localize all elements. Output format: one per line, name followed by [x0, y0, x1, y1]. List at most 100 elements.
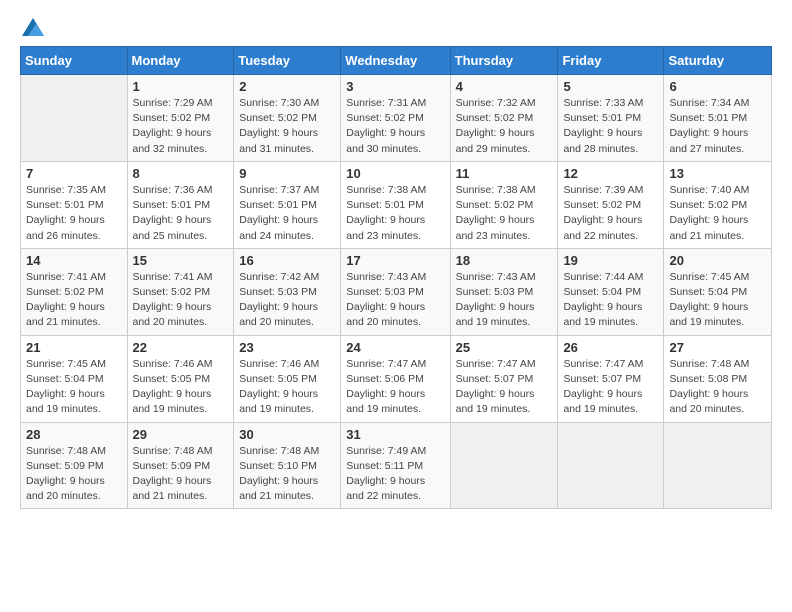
calendar-cell: 22 Sunrise: 7:46 AM Sunset: 5:05 PM Dayli… [127, 335, 234, 422]
calendar-week-2: 7 Sunrise: 7:35 AM Sunset: 5:01 PM Daylig… [21, 161, 772, 248]
logo [20, 18, 44, 36]
calendar-cell [558, 422, 664, 509]
calendar-cell: 15 Sunrise: 7:41 AM Sunset: 5:02 PM Dayli… [127, 248, 234, 335]
day-info: Sunrise: 7:31 AM Sunset: 5:02 PM Dayligh… [346, 96, 444, 157]
day-info: Sunrise: 7:48 AM Sunset: 5:08 PM Dayligh… [669, 357, 766, 418]
day-number: 21 [26, 340, 122, 355]
weekday-header-monday: Monday [127, 47, 234, 75]
weekday-header-friday: Friday [558, 47, 664, 75]
day-number: 15 [133, 253, 229, 268]
calendar-cell: 25 Sunrise: 7:47 AM Sunset: 5:07 PM Dayli… [450, 335, 558, 422]
day-number: 24 [346, 340, 444, 355]
day-number: 1 [133, 79, 229, 94]
day-info: Sunrise: 7:47 AM Sunset: 5:07 PM Dayligh… [563, 357, 658, 418]
day-number: 27 [669, 340, 766, 355]
calendar-cell: 18 Sunrise: 7:43 AM Sunset: 5:03 PM Dayli… [450, 248, 558, 335]
day-info: Sunrise: 7:33 AM Sunset: 5:01 PM Dayligh… [563, 96, 658, 157]
calendar-cell: 9Sunrise: 7:37 AM Sunset: 5:01 PM Daylig… [234, 161, 341, 248]
day-info: Sunrise: 7:43 AM Sunset: 5:03 PM Dayligh… [346, 270, 444, 331]
day-info: Sunrise: 7:41 AM Sunset: 5:02 PM Dayligh… [133, 270, 229, 331]
day-number: 19 [563, 253, 658, 268]
calendar-table: SundayMondayTuesdayWednesdayThursdayFrid… [20, 46, 772, 509]
day-number: 6 [669, 79, 766, 94]
calendar-cell: 5 Sunrise: 7:33 AM Sunset: 5:01 PM Daylig… [558, 75, 664, 162]
day-info: Sunrise: 7:30 AM Sunset: 5:02 PM Dayligh… [239, 96, 335, 157]
day-info: Sunrise: 7:37 AM Sunset: 5:01 PM Dayligh… [239, 183, 335, 244]
header [20, 18, 772, 36]
calendar-cell: 16 Sunrise: 7:42 AM Sunset: 5:03 PM Dayli… [234, 248, 341, 335]
day-info: Sunrise: 7:45 AM Sunset: 5:04 PM Dayligh… [669, 270, 766, 331]
day-number: 20 [669, 253, 766, 268]
page: SundayMondayTuesdayWednesdayThursdayFrid… [0, 0, 792, 612]
calendar-cell: 21 Sunrise: 7:45 AM Sunset: 5:04 PM Dayli… [21, 335, 128, 422]
calendar-cell: 31 Sunrise: 7:49 AM Sunset: 5:11 PM Dayli… [341, 422, 450, 509]
day-info: Sunrise: 7:48 AM Sunset: 5:09 PM Dayligh… [26, 444, 122, 505]
calendar-cell: 20 Sunrise: 7:45 AM Sunset: 5:04 PM Dayli… [664, 248, 772, 335]
day-number: 22 [133, 340, 229, 355]
day-info: Sunrise: 7:45 AM Sunset: 5:04 PM Dayligh… [26, 357, 122, 418]
calendar-cell: 4Sunrise: 7:32 AM Sunset: 5:02 PM Daylig… [450, 75, 558, 162]
day-info: Sunrise: 7:49 AM Sunset: 5:11 PM Dayligh… [346, 444, 444, 505]
day-number: 5 [563, 79, 658, 94]
calendar-cell [450, 422, 558, 509]
calendar-cell: 19 Sunrise: 7:44 AM Sunset: 5:04 PM Dayli… [558, 248, 664, 335]
day-info: Sunrise: 7:47 AM Sunset: 5:06 PM Dayligh… [346, 357, 444, 418]
day-number: 29 [133, 427, 229, 442]
weekday-header-thursday: Thursday [450, 47, 558, 75]
day-number: 18 [456, 253, 553, 268]
weekday-header-tuesday: Tuesday [234, 47, 341, 75]
calendar-cell: 13Sunrise: 7:40 AM Sunset: 5:02 PM Dayli… [664, 161, 772, 248]
day-info: Sunrise: 7:41 AM Sunset: 5:02 PM Dayligh… [26, 270, 122, 331]
day-number: 14 [26, 253, 122, 268]
calendar-cell: 30Sunrise: 7:48 AM Sunset: 5:10 PM Dayli… [234, 422, 341, 509]
day-number: 17 [346, 253, 444, 268]
calendar-cell: 3 Sunrise: 7:31 AM Sunset: 5:02 PM Daylig… [341, 75, 450, 162]
calendar-cell [664, 422, 772, 509]
calendar-cell: 8Sunrise: 7:36 AM Sunset: 5:01 PM Daylig… [127, 161, 234, 248]
weekday-header-sunday: Sunday [21, 47, 128, 75]
day-number: 25 [456, 340, 553, 355]
calendar-cell: 27 Sunrise: 7:48 AM Sunset: 5:08 PM Dayli… [664, 335, 772, 422]
calendar-cell: 23Sunrise: 7:46 AM Sunset: 5:05 PM Dayli… [234, 335, 341, 422]
calendar-cell: 11 Sunrise: 7:38 AM Sunset: 5:02 PM Dayli… [450, 161, 558, 248]
calendar-cell: 12Sunrise: 7:39 AM Sunset: 5:02 PM Dayli… [558, 161, 664, 248]
calendar-week-4: 21 Sunrise: 7:45 AM Sunset: 5:04 PM Dayli… [21, 335, 772, 422]
weekday-header-saturday: Saturday [664, 47, 772, 75]
day-number: 10 [346, 166, 444, 181]
day-number: 2 [239, 79, 335, 94]
calendar-cell: 17 Sunrise: 7:43 AM Sunset: 5:03 PM Dayli… [341, 248, 450, 335]
calendar-cell [21, 75, 128, 162]
day-info: Sunrise: 7:47 AM Sunset: 5:07 PM Dayligh… [456, 357, 553, 418]
day-info: Sunrise: 7:29 AM Sunset: 5:02 PM Dayligh… [133, 96, 229, 157]
day-number: 4 [456, 79, 553, 94]
day-info: Sunrise: 7:34 AM Sunset: 5:01 PM Dayligh… [669, 96, 766, 157]
calendar-cell: 24 Sunrise: 7:47 AM Sunset: 5:06 PM Dayli… [341, 335, 450, 422]
calendar-week-3: 14 Sunrise: 7:41 AM Sunset: 5:02 PM Dayli… [21, 248, 772, 335]
day-number: 26 [563, 340, 658, 355]
day-info: Sunrise: 7:39 AM Sunset: 5:02 PM Dayligh… [563, 183, 658, 244]
logo-icon [22, 18, 44, 36]
calendar-cell: 14 Sunrise: 7:41 AM Sunset: 5:02 PM Dayli… [21, 248, 128, 335]
day-info: Sunrise: 7:48 AM Sunset: 5:09 PM Dayligh… [133, 444, 229, 505]
calendar-cell: 29 Sunrise: 7:48 AM Sunset: 5:09 PM Dayli… [127, 422, 234, 509]
day-info: Sunrise: 7:38 AM Sunset: 5:01 PM Dayligh… [346, 183, 444, 244]
calendar-cell: 2 Sunrise: 7:30 AM Sunset: 5:02 PM Daylig… [234, 75, 341, 162]
day-number: 7 [26, 166, 122, 181]
day-number: 31 [346, 427, 444, 442]
day-info: Sunrise: 7:35 AM Sunset: 5:01 PM Dayligh… [26, 183, 122, 244]
day-number: 11 [456, 166, 553, 181]
day-number: 16 [239, 253, 335, 268]
day-info: Sunrise: 7:44 AM Sunset: 5:04 PM Dayligh… [563, 270, 658, 331]
calendar-cell: 1 Sunrise: 7:29 AM Sunset: 5:02 PM Daylig… [127, 75, 234, 162]
day-info: Sunrise: 7:46 AM Sunset: 5:05 PM Dayligh… [133, 357, 229, 418]
day-info: Sunrise: 7:42 AM Sunset: 5:03 PM Dayligh… [239, 270, 335, 331]
calendar-cell: 10 Sunrise: 7:38 AM Sunset: 5:01 PM Dayli… [341, 161, 450, 248]
day-number: 8 [133, 166, 229, 181]
day-info: Sunrise: 7:46 AM Sunset: 5:05 PM Dayligh… [239, 357, 335, 418]
day-number: 28 [26, 427, 122, 442]
calendar-cell: 28 Sunrise: 7:48 AM Sunset: 5:09 PM Dayli… [21, 422, 128, 509]
day-info: Sunrise: 7:40 AM Sunset: 5:02 PM Dayligh… [669, 183, 766, 244]
day-number: 3 [346, 79, 444, 94]
day-info: Sunrise: 7:38 AM Sunset: 5:02 PM Dayligh… [456, 183, 553, 244]
day-info: Sunrise: 7:43 AM Sunset: 5:03 PM Dayligh… [456, 270, 553, 331]
